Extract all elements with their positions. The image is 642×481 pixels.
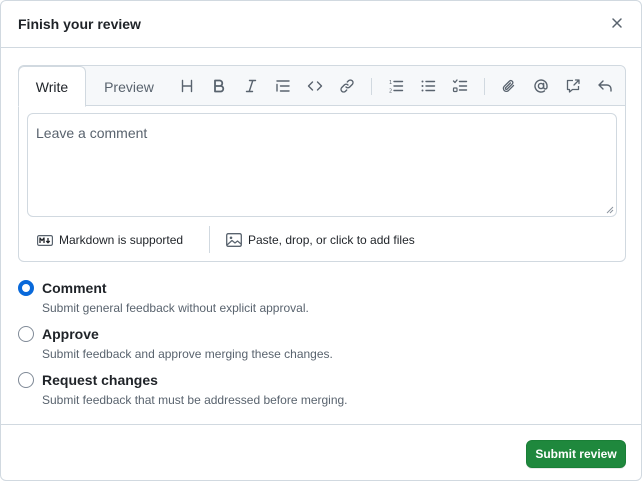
radio-approve[interactable] [18, 326, 34, 342]
radio-comment[interactable] [18, 280, 34, 296]
link-button[interactable] [338, 77, 356, 95]
svg-text:2: 2 [389, 89, 392, 95]
option-description: Submit feedback that must be addressed b… [42, 393, 348, 407]
markdown-icon [37, 234, 53, 246]
tab-preview[interactable]: Preview [94, 66, 164, 107]
attach-icon [502, 79, 515, 93]
toolbar-divider [484, 78, 485, 95]
option-label[interactable]: Comment [42, 280, 107, 296]
italic-button[interactable] [242, 77, 260, 95]
editor-tabbar: Write Preview 1 2 [18, 66, 625, 107]
reply-button[interactable] [596, 77, 614, 95]
link-icon [340, 79, 354, 93]
task-list-icon [452, 79, 468, 93]
reply-icon [598, 80, 612, 92]
footer-divider [1, 424, 641, 425]
radio-request-changes[interactable] [18, 372, 34, 388]
add-files-label: Paste, drop, or click to add files [248, 233, 415, 247]
option-description: Submit feedback and approve merging thes… [42, 347, 333, 361]
close-button[interactable] [609, 15, 625, 31]
toolbar-divider [371, 78, 372, 95]
attach-button[interactable] [500, 77, 518, 95]
quote-icon [276, 80, 290, 92]
add-files-button[interactable]: Paste, drop, or click to add files [226, 232, 415, 248]
review-dialog: Finish your review Write Preview 1 2 Lea… [0, 0, 642, 481]
code-icon [307, 81, 323, 91]
mention-icon [534, 79, 548, 93]
italic-icon [245, 79, 257, 93]
review-option-approve: Approve Submit feedback and approve merg… [18, 326, 518, 366]
task-list-button[interactable] [451, 77, 469, 95]
bold-button[interactable] [210, 77, 228, 95]
tab-write[interactable]: Write [18, 66, 86, 107]
cross-reference-button[interactable] [564, 77, 582, 95]
review-option-comment: Comment Submit general feedback without … [18, 280, 518, 320]
dialog-title: Finish your review [18, 16, 141, 32]
resize-grip-icon[interactable] [606, 206, 614, 214]
unordered-list-button[interactable] [419, 77, 437, 95]
markdown-label: Markdown is supported [59, 233, 184, 247]
ordered-list-icon: 1 2 [389, 80, 404, 95]
mention-button[interactable] [532, 77, 550, 95]
submit-review-button[interactable]: Submit review [526, 440, 626, 468]
unordered-list-icon [421, 80, 436, 92]
markdown-supported-link[interactable]: Markdown is supported [37, 232, 183, 248]
quote-button[interactable] [274, 77, 292, 95]
heading-button[interactable] [178, 77, 196, 95]
close-icon [612, 18, 622, 28]
bold-icon [214, 79, 225, 93]
svg-text:1: 1 [389, 80, 392, 86]
option-label[interactable]: Approve [42, 326, 99, 342]
code-button[interactable] [306, 77, 324, 95]
review-option-request-changes: Request changes Submit feedback that mus… [18, 372, 518, 412]
image-icon [226, 233, 242, 247]
footer-divider [209, 226, 210, 253]
ordered-list-button[interactable]: 1 2 [387, 77, 405, 95]
option-description: Submit general feedback without explicit… [42, 301, 309, 315]
comment-textarea[interactable] [27, 113, 617, 217]
option-label[interactable]: Request changes [42, 372, 158, 388]
heading-icon [181, 79, 193, 93]
dialog-header: Finish your review [1, 1, 641, 48]
comment-editor: Write Preview 1 2 Leave a comment Markdo… [18, 65, 626, 262]
cross-reference-icon [566, 79, 580, 93]
